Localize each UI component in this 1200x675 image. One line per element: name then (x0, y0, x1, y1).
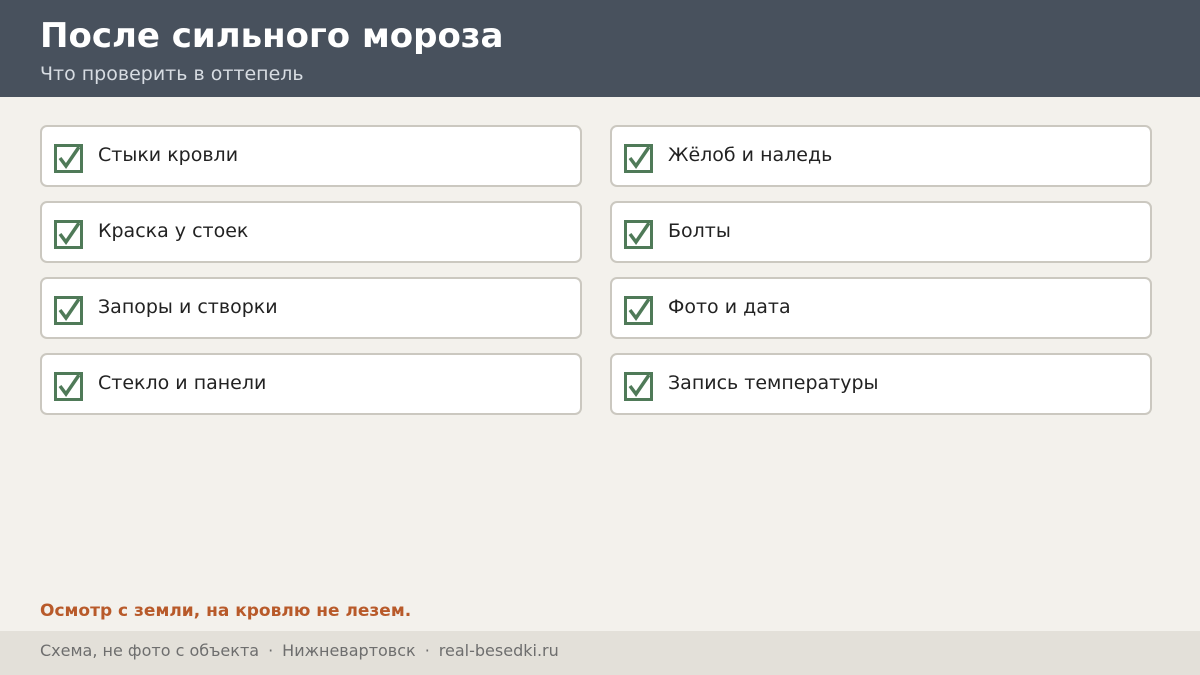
checkbox-checked-icon[interactable] (54, 220, 83, 249)
checklist-item-roof-joints[interactable]: Стыки кровли (40, 125, 582, 187)
checklist-item-glass-panels[interactable]: Стекло и панели (40, 353, 582, 415)
checklist-item-label: Стыки кровли (98, 144, 239, 166)
footer-site-link[interactable]: real-besedki.ru (439, 641, 559, 660)
checkbox-checked-icon[interactable] (54, 296, 83, 325)
page-title: После сильного мороза (40, 16, 504, 56)
checkbox-checked-icon[interactable] (624, 144, 653, 173)
footer-city: Нижневартовск (282, 641, 416, 660)
checklist-item-label: Болты (668, 220, 731, 242)
footer-separator: · (424, 641, 430, 660)
checklist-item-label: Фото и дата (668, 296, 791, 318)
footer-text: Схема, не фото с объекта · Нижневартовск · r… (40, 641, 559, 661)
footer-disclaimer: Схема, не фото с объекта (40, 641, 260, 660)
header: После сильного мороза Что проверить в от… (0, 0, 1200, 97)
checklist-item-gutter-ice[interactable]: Жёлоб и наледь (610, 125, 1152, 187)
checklist-item-post-paint[interactable]: Краска у стоек (40, 201, 582, 263)
checkbox-checked-icon[interactable] (624, 372, 653, 401)
checkbox-checked-icon[interactable] (54, 372, 83, 401)
checklist-item-photo-date[interactable]: Фото и дата (610, 277, 1152, 339)
checklist-item-locks-doors[interactable]: Запоры и створки (40, 277, 582, 339)
checklist-item-label: Запоры и створки (98, 296, 278, 318)
checkbox-checked-icon[interactable] (624, 296, 653, 325)
checklist-item-label: Краска у стоек (98, 220, 249, 242)
checklist-item-label: Стекло и панели (98, 372, 267, 394)
footer-separator: · (268, 641, 274, 660)
checklist-item-label: Жёлоб и наледь (668, 144, 833, 166)
page-subtitle: Что проверить в оттепель (40, 63, 304, 85)
safety-note: Осмотр с земли, на кровлю не лезем. (40, 601, 412, 621)
checkbox-checked-icon[interactable] (54, 144, 83, 173)
checklist-item-bolts[interactable]: Болты (610, 201, 1152, 263)
checklist-item-temperature-log[interactable]: Запись температуры (610, 353, 1152, 415)
footer: Схема, не фото с объекта · Нижневартовск · r… (0, 631, 1200, 675)
checklist-item-label: Запись температуры (668, 372, 879, 394)
checkbox-checked-icon[interactable] (624, 220, 653, 249)
